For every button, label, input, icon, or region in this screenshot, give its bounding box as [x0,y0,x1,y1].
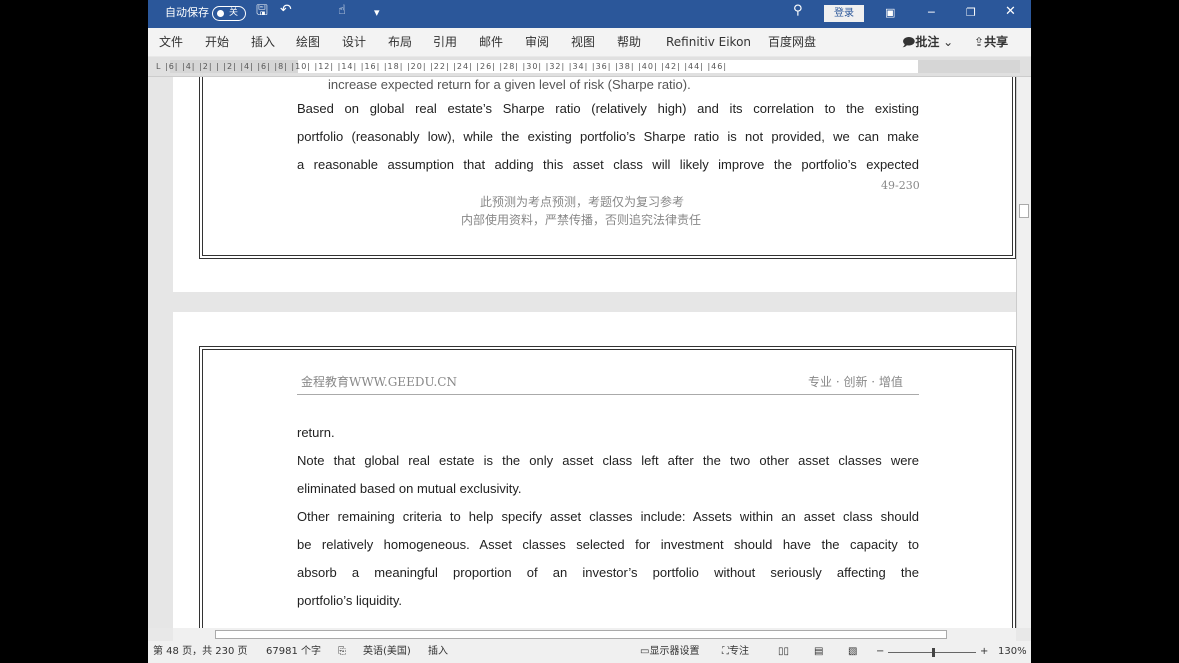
header-right: 专业 · 创新 · 增值 [808,375,903,389]
web-layout-icon[interactable]: ▧ [848,646,857,658]
body-text-line: absorb a meaningful proportion of an inv… [297,565,919,580]
autosave-label: 自动保存 [165,6,209,19]
display-settings-label: 显示器设置 [649,646,700,657]
body-text-line: Based on global real estate’s Sharpe rat… [297,101,919,116]
body-text-line: portfolio’s liquidity. [297,593,403,608]
insert-mode[interactable]: 插入 [428,646,448,658]
focus-button[interactable]: ⛶专注 [722,646,749,658]
comments-label: 批注 [915,35,940,49]
tab-draw[interactable]: 绘图 [296,35,320,49]
zoom-level[interactable]: 130% [998,646,1027,658]
header-left: 金程教育WWW.GEEDU.CN [301,375,457,389]
touch-mode-icon[interactable]: ☝ [338,4,346,18]
close-icon[interactable]: ✕ [1005,5,1016,19]
tab-help[interactable]: 帮助 [617,35,641,49]
page-50: 金程教育WWW.GEEDU.CN 专业 · 创新 · 增值 return. No… [173,312,1016,628]
ruler-ticks: L |6| |4| |2| | |2| |4| |6| |8| |10| |12… [156,62,728,71]
title-bar: 自动保存 关 🖫 ↶ ☝ ▾ ⚲ 登录 ▣ ─ ❐ ✕ [148,0,1031,28]
page-count[interactable]: 第 48 页，共 230 页 [153,646,248,658]
tab-home[interactable]: 开始 [205,35,229,49]
display-settings-button[interactable]: ▭显示器设置 [640,646,699,658]
body-text-line: return. [297,425,335,440]
header-rule [297,394,919,395]
customize-toolbar-icon[interactable]: ▾ [374,6,380,20]
page-number: 49-230 [881,179,920,192]
vertical-scrollbar[interactable] [1016,77,1031,628]
body-text-line: increase expected return for a given lev… [328,77,691,92]
tab-references[interactable]: 引用 [433,35,457,49]
tab-layout[interactable]: 布局 [388,35,412,49]
read-mode-icon[interactable]: ▯▯ [778,646,789,658]
zoom-slider-thumb[interactable] [932,648,935,657]
comment-icon: 🗩 [902,35,916,49]
tab-baidu-netdisk[interactable]: 百度网盘 [768,35,816,49]
footer-notice-2: 内部使用资料，严禁传播，否则追究法律责任 [461,213,702,227]
page-49: increase expected return for a given lev… [173,77,1016,292]
horizontal-scrollbar[interactable] [173,628,1016,641]
zoom-slider[interactable] [888,648,976,657]
restore-icon[interactable]: ❐ [966,6,976,20]
share-icon: ⇪ [974,35,985,49]
login-button[interactable]: 登录 [824,5,864,22]
tab-file[interactable]: 文件 [159,35,183,49]
document-area[interactable]: increase expected return for a given lev… [148,77,1016,628]
tab-mailings[interactable]: 邮件 [479,35,503,49]
ribbon-tabs: 文件 开始 插入 绘图 设计 布局 引用 邮件 审阅 视图 帮助 Refinit… [148,28,1031,56]
comments-button[interactable]: 🗩批注 ⌄ [902,35,953,49]
zoom-in-button[interactable]: + [980,646,988,658]
footer-notice-1: 此预测为考点预测，考题仅为复习参考 [480,195,685,209]
tab-insert[interactable]: 插入 [251,35,275,49]
share-button[interactable]: ⇪共享 [974,35,1008,49]
focus-icon: ⛶ [722,646,729,657]
focus-label: 专注 [729,646,749,657]
scroll-thumb[interactable] [215,630,947,639]
search-icon[interactable]: ⚲ [793,4,803,18]
save-icon[interactable]: 🖫 [256,4,268,18]
word-window: 自动保存 关 🖫 ↶ ☝ ▾ ⚲ 登录 ▣ ─ ❐ ✕ 文件 开始 插入 绘图 … [148,0,1031,663]
share-label: 共享 [984,35,1009,49]
ribbon-display-icon[interactable]: ▣ [885,6,895,20]
body-text-line: a reasonable assumption that adding this… [297,157,919,172]
tab-design[interactable]: 设计 [342,35,366,49]
undo-icon[interactable]: ↶ [280,3,292,17]
body-text-line: portfolio (reasonably low), while the ex… [297,129,919,144]
proofing-icon[interactable]: ⎘ [338,646,346,658]
minimize-icon[interactable]: ─ [928,6,935,20]
word-count[interactable]: 67981 个字 [266,646,321,658]
autosave-state: 关 [229,8,239,18]
tab-refinitiv-eikon[interactable]: Refinitiv Eikon [666,35,751,49]
body-text-line: eliminated based on mutual exclusivity. [297,481,522,496]
status-bar: 第 48 页，共 230 页 67981 个字 ⎘ 英语(美国) 插入 ▭显示器… [148,641,1031,663]
autosave-toggle[interactable]: 关 [212,6,246,21]
scroll-thumb[interactable] [1019,204,1029,218]
print-layout-icon[interactable]: ▤ [814,646,823,658]
body-text-line: Other remaining criteria to help specify… [297,509,919,524]
tab-review[interactable]: 审阅 [525,35,549,49]
body-text-line: Note that global real estate is the only… [297,453,919,468]
horizontal-ruler[interactable]: L |6| |4| |2| | |2| |4| |6| |8| |10| |12… [148,57,1031,77]
body-text-line: be relatively homogeneous. Asset classes… [297,537,919,552]
tab-view[interactable]: 视图 [571,35,595,49]
language[interactable]: 英语(美国) [363,646,411,658]
zoom-out-button[interactable]: − [876,646,884,658]
